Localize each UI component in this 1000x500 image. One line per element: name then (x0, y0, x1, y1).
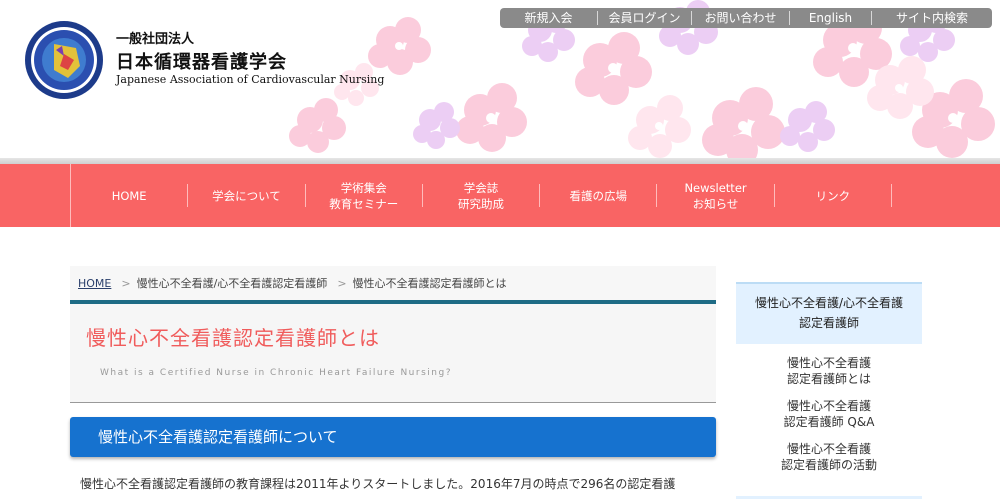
sidebar-item-label: 認定看護師 Q&A (783, 415, 875, 429)
breadcrumb-chevron-icon: > (337, 276, 347, 290)
nav-journal[interactable]: 学会誌 研究助成 (423, 181, 541, 211)
association-logo[interactable] (24, 20, 104, 100)
page-title-box: 慢性心不全看護認定看護師とは What is a Certified Nurse… (70, 300, 716, 403)
member-login-link[interactable]: 会員ログイン (598, 11, 692, 25)
nav-seminar-label: 教育セミナー (329, 196, 399, 211)
sidebar-item-label: 慢性心不全看護 (786, 356, 871, 370)
nav-links-label: リンク (815, 188, 851, 203)
nav-links[interactable]: リンク (775, 184, 892, 207)
breadcrumb-chevron-icon: > (121, 276, 131, 290)
main-nav: HOME 学会について 学術集会 教育セミナー 学会誌 研究助成 看護の広場 New… (0, 164, 1000, 227)
breadcrumb-current: 慢性心不全看護認定看護師とは (352, 277, 507, 290)
breadcrumb-category-link[interactable]: 慢性心不全看護/心不全看護認定看護師 (137, 275, 328, 291)
sidebar-heading-line2: 認定看護師 (798, 316, 859, 330)
page-title: 慢性心不全看護認定看護師とは (86, 326, 380, 350)
nav-home[interactable]: HOME (71, 184, 189, 207)
sidebar-item-label: 認定看護師の活動 (780, 458, 877, 472)
site-search-link[interactable]: サイト内検索 (872, 11, 992, 25)
org-name-english: Japanese Association of Cardiovascular N… (116, 73, 385, 86)
breadcrumb-home-link[interactable]: HOME (78, 277, 111, 290)
nav-journal-label: 学会誌 (463, 180, 499, 195)
sidebar-item-label: 慢性心不全看護 (786, 442, 871, 456)
nav-nursing-plaza[interactable]: 看護の広場 (540, 184, 658, 207)
breadcrumb: HOME > 慢性心不全看護/心不全看護認定看護師 > 慢性心不全看護認定看護師… (70, 266, 716, 300)
sidebar-item-qa[interactable]: 慢性心不全看護 認定看護師 Q&A (736, 398, 922, 430)
nav-news-label: お知らせ (692, 196, 739, 211)
join-link[interactable]: 新規入会 (500, 11, 598, 25)
nav-conference[interactable]: 学術集会 教育セミナー (306, 181, 423, 211)
nav-conference-label: 学術集会 (340, 180, 387, 195)
utility-nav: 新規入会 会員ログイン お問い合わせ English サイト内検索 (500, 8, 992, 28)
main-content: HOME > 慢性心不全看護/心不全看護認定看護師 > 慢性心不全看護認定看護師… (70, 266, 716, 492)
page-subtitle: What is a Certified Nurse in Chronic Hea… (100, 368, 452, 378)
sidebar: 慢性心不全看護/心不全看護 認定看護師 慢性心不全看護 認定看護師とは 慢性心不… (736, 282, 922, 499)
nav-grant-label: 研究助成 (457, 196, 504, 211)
nav-newsletter-label: Newsletter (684, 180, 747, 195)
section-heading: 慢性心不全看護認定看護師について (70, 417, 716, 457)
nav-newsletter[interactable]: Newsletter お知らせ (657, 181, 775, 211)
sidebar-heading[interactable]: 慢性心不全看護/心不全看護 認定看護師 (736, 282, 922, 344)
sidebar-item-label: 慢性心不全看護 (786, 399, 871, 413)
english-link[interactable]: English (790, 11, 872, 25)
sidebar-item-activities[interactable]: 慢性心不全看護 認定看護師の活動 (736, 441, 922, 473)
sidebar-item-about-cn[interactable]: 慢性心不全看護 認定看護師とは (736, 355, 922, 387)
nav-about-label: 学会について (212, 188, 281, 203)
sidebar-divider (736, 496, 922, 499)
sidebar-heading-line1: 慢性心不全看護/心不全看護 (754, 296, 904, 310)
body-paragraph: 慢性心不全看護認定看護師の教育課程は2011年よりスタートしました。2016年7… (80, 477, 676, 491)
sidebar-item-label: 認定看護師とは (786, 372, 871, 386)
org-name[interactable]: 日本循環器看護学会 (116, 48, 287, 74)
contact-link[interactable]: お問い合わせ (692, 11, 790, 25)
site-header: 一般社団法人 日本循環器看護学会 Japanese Association of… (0, 0, 1000, 158)
nav-home-label: HOME (111, 188, 147, 203)
nav-about[interactable]: 学会について (188, 184, 306, 207)
nav-nursing-plaza-label: 看護の広場 (569, 188, 628, 203)
org-type-label: 一般社団法人 (116, 32, 195, 47)
